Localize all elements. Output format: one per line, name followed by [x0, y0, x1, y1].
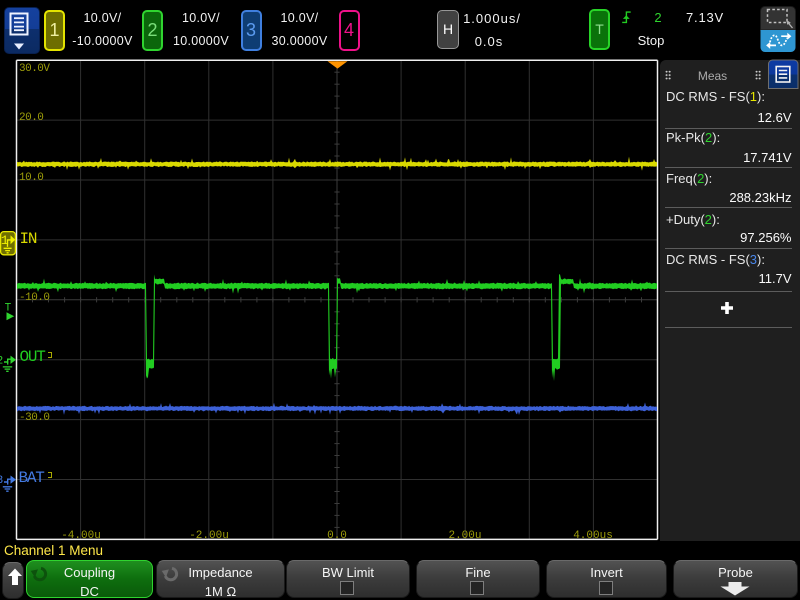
svg-text:3: 3 — [0, 475, 3, 487]
svg-text:2: 2 — [0, 355, 3, 367]
svg-text:T: T — [5, 302, 12, 314]
